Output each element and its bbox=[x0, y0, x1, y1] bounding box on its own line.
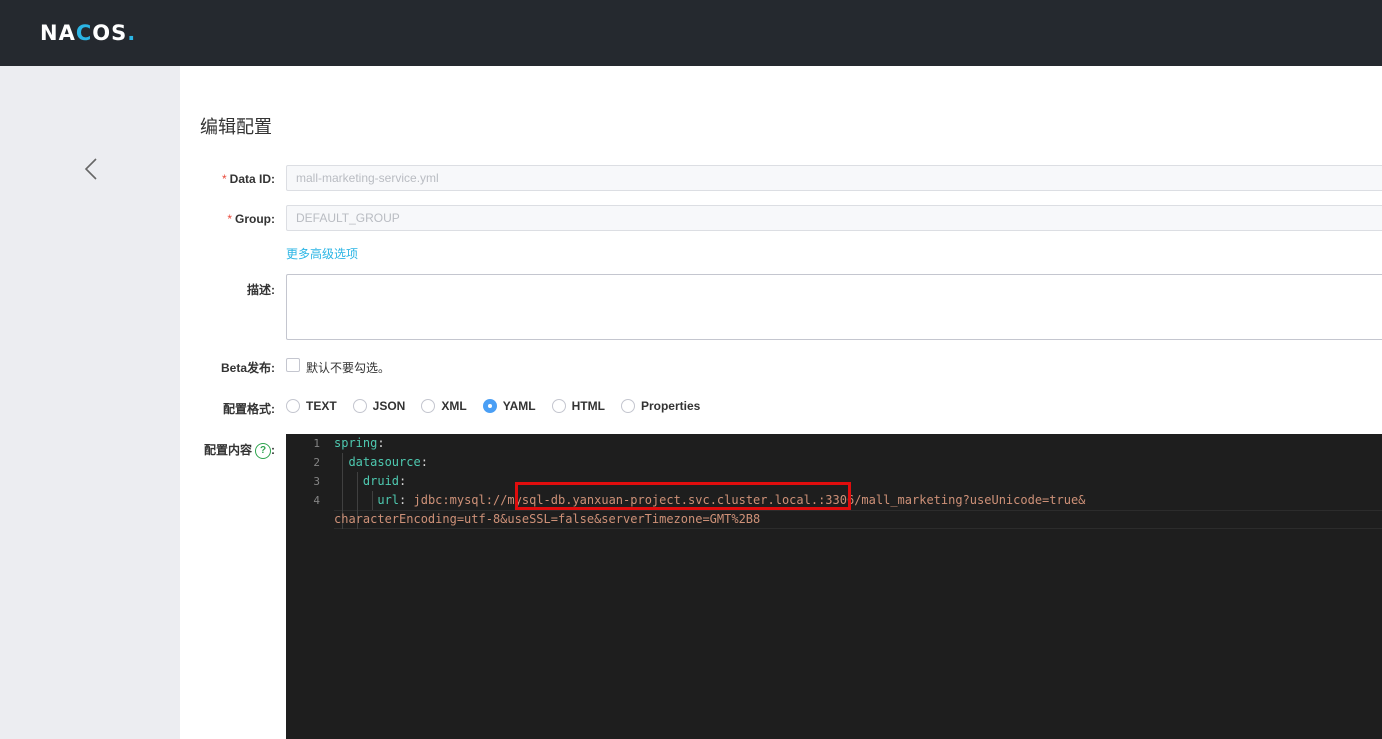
radio-label: JSON bbox=[372, 399, 406, 413]
help-question-icon[interactable]: ? bbox=[255, 442, 271, 459]
format-radio-html[interactable]: HTML bbox=[551, 399, 605, 413]
radio-icon bbox=[620, 399, 635, 413]
more-advanced-options-link[interactable]: 更多高级选项 bbox=[286, 245, 358, 262]
sidebar bbox=[0, 66, 180, 739]
radio-icon bbox=[286, 399, 300, 413]
yaml-key: datasource bbox=[348, 455, 421, 469]
yaml-sep: : bbox=[399, 474, 407, 488]
yaml-value: jdbc:mysql://mysql-db.yanxuan-project.sv… bbox=[413, 493, 1086, 507]
yaml-sep: : bbox=[399, 493, 414, 507]
line-number: 4 bbox=[313, 494, 320, 507]
description-label: 描述: bbox=[247, 283, 275, 297]
format-label: 配置格式: bbox=[223, 402, 275, 416]
yaml-sep: : bbox=[420, 455, 428, 469]
yaml-key: spring bbox=[334, 436, 378, 450]
radio-label: TEXT bbox=[306, 399, 337, 413]
radio-icon bbox=[352, 399, 367, 413]
description-textarea[interactable] bbox=[286, 274, 1382, 340]
format-radio-group: TEXT JSON XML YAML HTML Properties bbox=[286, 399, 716, 413]
main-content: 编辑配置 * Data ID: mall-marketing-service.ym… bbox=[180, 66, 1382, 739]
line-number: 3 bbox=[313, 475, 320, 488]
code-lines: spring: datasource: druid: url: jdbc:mys… bbox=[334, 434, 1085, 529]
format-radio-properties[interactable]: Properties bbox=[620, 399, 701, 413]
yaml-key: druid bbox=[362, 474, 400, 488]
required-mark: * bbox=[221, 172, 227, 186]
group-label-text: Group: bbox=[235, 212, 275, 226]
back-chevron-icon[interactable] bbox=[82, 156, 100, 182]
top-navbar: NA C OS. bbox=[0, 0, 1382, 66]
page-title: 编辑配置 bbox=[200, 117, 272, 137]
data-id-label-text: Data ID: bbox=[229, 172, 275, 186]
code-line: url: jdbc:mysql://mysql-db.yanxuan-proje… bbox=[334, 491, 1085, 510]
yaml-key: url bbox=[377, 493, 400, 507]
beta-label: Beta发布: bbox=[220, 361, 275, 375]
radio-label: XML bbox=[441, 399, 467, 413]
content-label: 配置内容?: bbox=[180, 441, 275, 459]
nacos-logo[interactable]: NA C OS. bbox=[40, 20, 136, 46]
yaml-sep: : bbox=[377, 436, 385, 450]
content-label-colon: : bbox=[271, 443, 275, 457]
logo-text-b: OS bbox=[92, 21, 128, 45]
group-input[interactable]: DEFAULT_GROUP bbox=[286, 205, 1382, 231]
logo-text-a: NA bbox=[40, 21, 76, 45]
code-line: druid: bbox=[334, 472, 1085, 491]
code-wrap-line: characterEncoding=utf-8&useSSL=false&ser… bbox=[334, 512, 761, 526]
radio-label: YAML bbox=[502, 399, 536, 413]
data-id-label: * Data ID: bbox=[180, 172, 275, 186]
line-number: 2 bbox=[313, 456, 320, 469]
format-radio-xml[interactable]: XML bbox=[421, 399, 467, 413]
group-label: * Group: bbox=[180, 212, 275, 226]
line-number: 1 bbox=[313, 437, 320, 450]
beta-checkbox[interactable] bbox=[286, 358, 300, 372]
code-editor[interactable]: 1 2 3 4 spring: datasource: druid: url: … bbox=[286, 434, 1382, 739]
line-number-gutter: 1 2 3 4 bbox=[286, 434, 326, 510]
radio-label: Properties bbox=[640, 399, 701, 413]
radio-checked-icon bbox=[482, 399, 497, 413]
radio-icon bbox=[421, 399, 436, 413]
content-label-text: 配置内容 bbox=[203, 443, 252, 457]
logo-text-o: C bbox=[75, 21, 93, 45]
code-line: datasource: bbox=[334, 453, 1085, 472]
required-mark: * bbox=[227, 212, 232, 226]
radio-label: HTML bbox=[571, 399, 605, 413]
format-radio-json[interactable]: JSON bbox=[352, 399, 406, 413]
code-line: spring: bbox=[334, 434, 1085, 453]
radio-icon bbox=[551, 399, 566, 413]
format-radio-text[interactable]: TEXT bbox=[286, 399, 337, 413]
data-id-input[interactable]: mall-marketing-service.yml bbox=[286, 165, 1382, 191]
logo-dot: . bbox=[127, 21, 137, 45]
beta-checkbox-label: 默认不要勾选。 bbox=[306, 361, 391, 375]
format-radio-yaml[interactable]: YAML bbox=[482, 399, 536, 413]
